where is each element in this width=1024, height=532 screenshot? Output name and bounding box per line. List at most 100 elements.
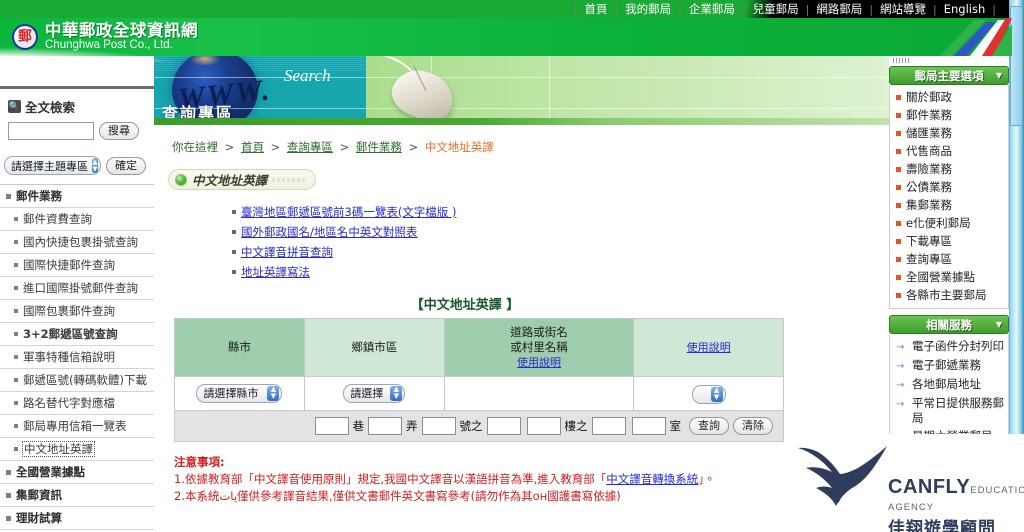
menu-item-zipcode-query[interactable]: 3+2郵遞區號查詢 bbox=[0, 323, 154, 346]
fulltext-search-box: 🔍 全文檢索 搜尋 bbox=[0, 89, 154, 146]
menu-item-street-alias-file[interactable]: 路名替代字對應檔 bbox=[0, 392, 154, 415]
menu-item-po-box-list[interactable]: 郵局專用信箱一覽表 bbox=[0, 415, 154, 438]
right-item-major-post-offices[interactable]: 各縣市主要郵局 bbox=[890, 286, 1008, 304]
address-input-row: 巷 弄 號之 樓之 室 查詢 清除 bbox=[179, 416, 779, 435]
link-country-name-table[interactable]: 國外郵政國名/地區名中英文對照表 bbox=[241, 224, 417, 240]
right-item-about-post[interactable]: 關於郵政 bbox=[890, 88, 1008, 106]
menu-item-domestic-express-query[interactable]: 國內快捷包裹掛號查詢 bbox=[0, 231, 154, 254]
number-input[interactable] bbox=[421, 416, 456, 435]
bullet-square-icon bbox=[232, 230, 236, 234]
breadcrumb-arrow: > bbox=[339, 140, 350, 154]
right-item-e-letter-print[interactable]: → 電子函件分封列印 bbox=[890, 337, 1008, 356]
right-item-agency-goods[interactable]: 代售商品 bbox=[890, 142, 1008, 160]
right-item-branch-locations[interactable]: 全國營業據點 bbox=[890, 268, 1008, 286]
right-item-e-post[interactable]: e化便利郵局 bbox=[890, 214, 1008, 232]
panel-header-related-services[interactable]: 相關服務 ▼ bbox=[889, 315, 1009, 334]
extra-usage-help-link[interactable]: 使用說明 bbox=[687, 341, 731, 354]
column-header-extra: 使用說明 bbox=[633, 318, 784, 377]
bullet-square-icon bbox=[896, 256, 901, 262]
link-address-writing-rules[interactable]: 地址英譯寫法 bbox=[241, 264, 310, 280]
right-item-download-zone[interactable]: 下載專區 bbox=[890, 232, 1008, 250]
right-item-label: 代售商品 bbox=[906, 143, 952, 158]
bullet-square-icon bbox=[896, 292, 901, 298]
menu-item-label: 國際快捷郵件查詢 bbox=[23, 258, 115, 272]
menu-item-import-registered-query[interactable]: 進口國際掛號郵件查詢 bbox=[0, 277, 154, 300]
link-zipcode-3digit-table[interactable]: 臺灣地區郵遞區號前3碼一覽表(文字檔版 ) bbox=[241, 204, 456, 220]
breadcrumb-link-query-zone[interactable]: 查詢專區 bbox=[287, 140, 333, 154]
road-usage-help-link[interactable]: 使用說明 bbox=[517, 356, 561, 369]
right-item-mail-service[interactable]: 郵件業務 bbox=[890, 106, 1008, 124]
right-item-bond-service[interactable]: 公債業務 bbox=[890, 178, 1008, 196]
link-pinyin-query[interactable]: 中文譯音拼音查詢 bbox=[241, 244, 333, 260]
nav-link-sitemap[interactable]: 網站導覽 bbox=[873, 0, 933, 18]
breadcrumb-link-home[interactable]: 首頁 bbox=[241, 140, 264, 154]
county-select-value: 請選擇縣市 bbox=[203, 387, 259, 401]
district-select[interactable]: 請選擇 ▲ ▼ bbox=[343, 383, 406, 403]
menu-item-label: 全國營業據點 bbox=[16, 465, 85, 479]
menu-item-mail-service[interactable]: 郵件業務 bbox=[0, 185, 154, 208]
right-item-philately[interactable]: 集郵業務 bbox=[890, 196, 1008, 214]
menu-item-label: 郵遞區號(轉碼軟體)下載 bbox=[23, 373, 147, 387]
search-submit-button[interactable]: 搜尋 bbox=[99, 122, 139, 140]
menu-item-military-box-info[interactable]: 軍事特種信箱說明 bbox=[0, 346, 154, 369]
road-select[interactable]: ▲ ▼ bbox=[691, 384, 726, 404]
menu-item-address-translation[interactable]: 中文地址英譯 bbox=[0, 438, 154, 461]
menu-item-label: 郵件資費查詢 bbox=[23, 212, 92, 226]
bullet-square-icon bbox=[6, 193, 11, 199]
menu-item-intl-parcel-query[interactable]: 國際包裹郵件查詢 bbox=[0, 300, 154, 323]
floor-sub-input[interactable] bbox=[591, 416, 626, 435]
nav-link-children-post[interactable]: 兒童郵局 bbox=[746, 0, 806, 18]
menu-item-philately-info[interactable]: 集郵資訊 bbox=[0, 484, 154, 507]
menu-item-financial-calculator[interactable]: 理財試算 bbox=[0, 507, 154, 530]
clear-button[interactable]: 清除 bbox=[733, 416, 773, 435]
bullet-sphere-icon bbox=[175, 173, 187, 186]
right-item-savings-remittance[interactable]: 儲匯業務 bbox=[890, 124, 1008, 142]
district-select-value: 請選擇 bbox=[350, 387, 384, 401]
right-item-e-mail-service[interactable]: → 電子郵遞業務 bbox=[890, 356, 1008, 375]
right-item-label: 儲匯業務 bbox=[906, 125, 952, 140]
menu-item-postage-query[interactable]: 郵件資費查詢 bbox=[0, 208, 154, 231]
nav-link-home[interactable]: 首頁 bbox=[577, 0, 614, 18]
right-item-life-insurance[interactable]: 壽險業務 bbox=[890, 160, 1008, 178]
floor-input[interactable] bbox=[526, 416, 561, 435]
right-item-weekday-service-offices[interactable]: → 平常日提供服務郵局 bbox=[890, 394, 1008, 427]
topic-zone-confirm-button[interactable]: 確定 bbox=[106, 156, 146, 175]
alley-input[interactable] bbox=[368, 416, 402, 435]
county-select[interactable]: 請選擇縣市 ▲ ▼ bbox=[196, 383, 283, 403]
right-item-query-zone[interactable]: 查詢專區 bbox=[890, 250, 1008, 268]
right-item-label: 查詢專區 bbox=[906, 251, 952, 266]
pinyin-converter-link[interactable]: 中文譯音轉換系統 bbox=[606, 472, 698, 486]
number-sub-input[interactable] bbox=[486, 416, 521, 435]
right-item-label: 公債業務 bbox=[906, 179, 952, 194]
room-input[interactable] bbox=[631, 416, 666, 435]
list-item: 中文譯音拼音查詢 bbox=[232, 244, 889, 260]
nav-link-english[interactable]: English bbox=[937, 0, 993, 18]
lane-input[interactable] bbox=[314, 416, 349, 435]
nav-link-my-post[interactable]: 我的郵局 bbox=[618, 0, 678, 18]
search-input[interactable] bbox=[8, 122, 94, 140]
column-header-road: 道路或街名 或村里名稱 使用說明 bbox=[443, 318, 635, 377]
query-button[interactable]: 查詢 bbox=[689, 416, 729, 435]
nav-link-enterprise-post[interactable]: 企業郵局 bbox=[682, 0, 742, 18]
right-item-post-office-addresses[interactable]: → 各地郵局地址 bbox=[890, 375, 1008, 394]
right-item-label: 各縣市主要郵局 bbox=[906, 287, 987, 302]
column-header-county: 縣市 bbox=[174, 318, 305, 377]
menu-item-branch-locations[interactable]: 全國營業據點 bbox=[0, 461, 154, 484]
sidebar-grip bbox=[889, 56, 1024, 66]
panel-header-main-options[interactable]: 郵局主要選項 ▼ bbox=[889, 66, 1009, 85]
right-item-label: 集郵業務 bbox=[906, 197, 952, 212]
site-logo[interactable]: 郵 中華郵政全球資訊網 Chunghwa Post Co., Ltd. bbox=[12, 22, 198, 52]
bullet-square-icon bbox=[896, 202, 901, 208]
bullet-square-icon bbox=[896, 274, 901, 280]
bullet-square-icon bbox=[14, 309, 18, 313]
right-item-label: 電子函件分封列印 bbox=[912, 338, 1004, 353]
topic-zone-select[interactable]: 請選擇主題專區 ▲ ▼ bbox=[4, 156, 101, 175]
left-sidebar: 🔍 全文檢索 搜尋 請選擇主題專區 ▲ ▼ 確定 郵件業務 郵件資費查詢 國內快… bbox=[0, 56, 154, 532]
panel-main-options: 郵局主要選項 ▼ 關於郵政 郵件業務 儲匯業務 代售商品 壽險業務 公債業務 集… bbox=[889, 66, 1009, 309]
menu-item-zipcode-software-download[interactable]: 郵遞區號(轉碼軟體)下載 bbox=[0, 369, 154, 392]
menu-item-intl-express-query[interactable]: 國際快捷郵件查詢 bbox=[0, 254, 154, 277]
nav-link-web-post[interactable]: 網路郵局 bbox=[809, 0, 869, 18]
breadcrumb-link-mail-service[interactable]: 郵件業務 bbox=[356, 140, 402, 154]
table-select-row: 請選擇縣市 ▲ ▼ 請選擇 ▲ ▼ ▲ ▼ bbox=[174, 376, 784, 411]
list-item: 地址英譯寫法 bbox=[232, 264, 889, 280]
